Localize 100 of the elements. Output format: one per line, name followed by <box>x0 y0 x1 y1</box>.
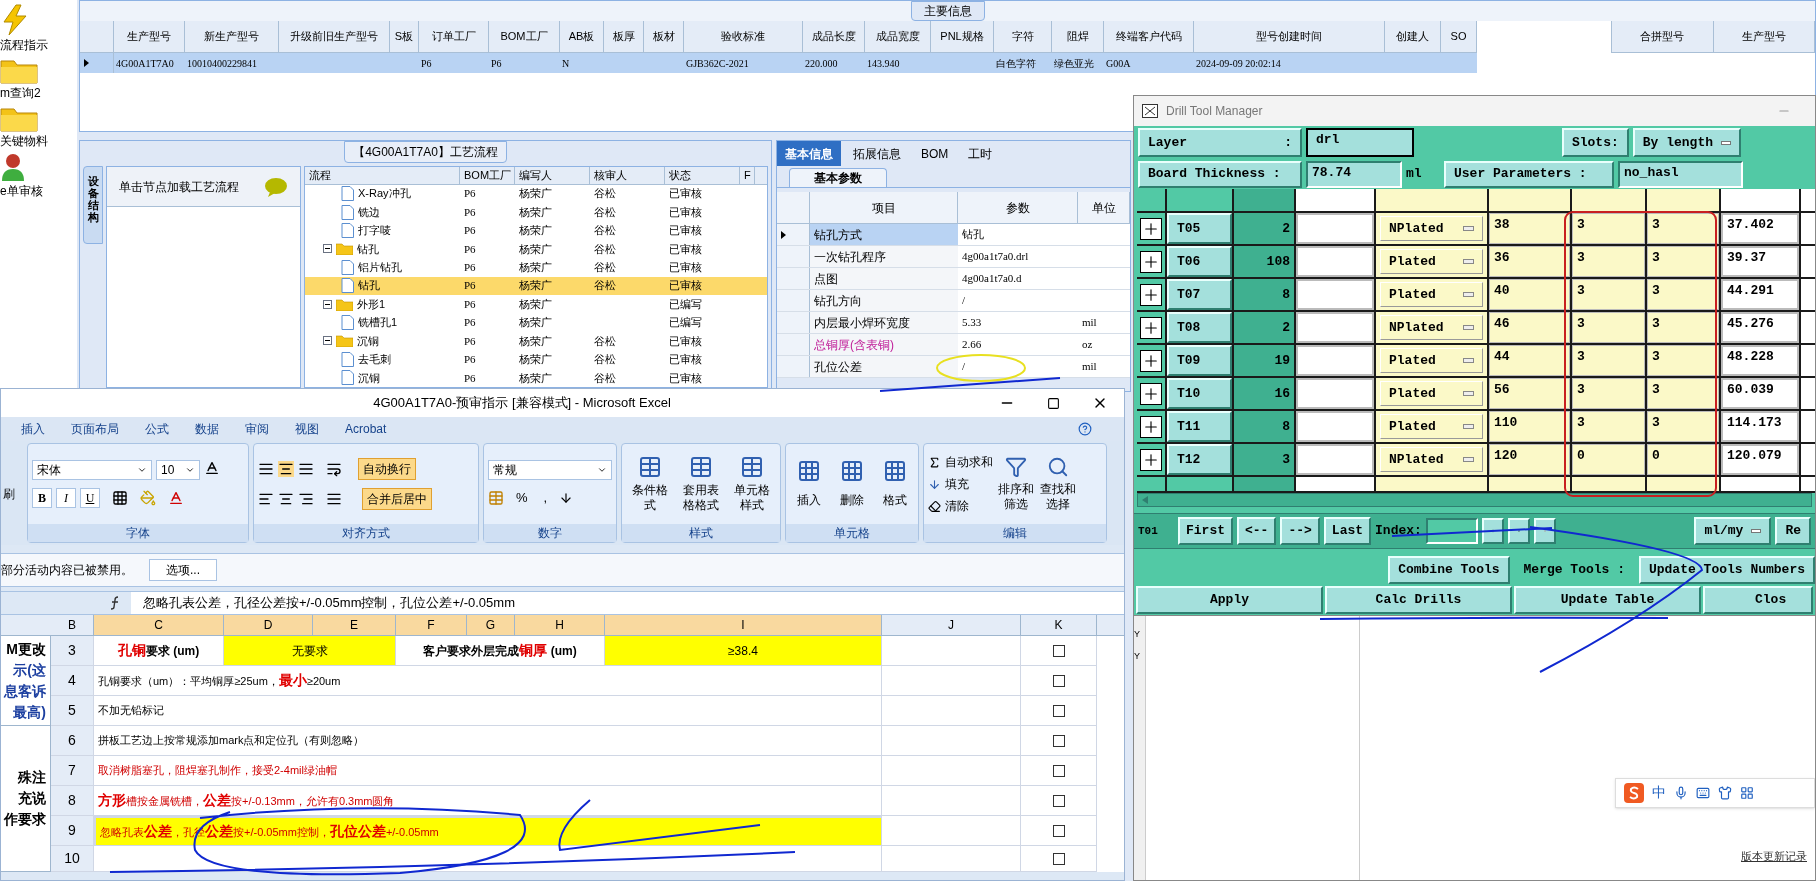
column-header[interactable]: 参数 <box>958 192 1078 223</box>
align-bottom-icon[interactable] <box>298 461 314 477</box>
table-row[interactable]: 孔位公差 / mil <box>777 356 1130 378</box>
tab[interactable]: 拓展信息 <box>845 141 909 166</box>
sidebar-item[interactable]: 关键物料 <box>0 132 48 150</box>
tree-row[interactable]: 沉铜 P6 杨荣广 谷松 已审核 <box>305 331 767 351</box>
column-header[interactable]: 流程 <box>305 167 460 184</box>
units-dropdown[interactable]: ml/my <box>1694 517 1772 545</box>
column-header[interactable]: 状态 <box>665 167 740 184</box>
column-header[interactable]: E <box>313 615 396 635</box>
number-format-button[interactable]: % <box>512 488 532 508</box>
grid-icon[interactable] <box>1740 785 1754 800</box>
toggle-button[interactable]: 合并后居中 <box>362 488 432 510</box>
navigation-button[interactable]: Last <box>1323 517 1372 545</box>
checkbox[interactable] <box>1052 764 1065 777</box>
checkbox[interactable] <box>1052 824 1065 837</box>
column-header[interactable]: SO <box>1441 21 1477 52</box>
column-header[interactable]: I <box>605 615 882 635</box>
value-field[interactable]: 3 <box>1647 279 1719 310</box>
column-header[interactable]: F <box>396 615 467 635</box>
table-row[interactable]: 一次钻孔程序 4g00a1t7a0.drl <box>777 246 1130 268</box>
column-header[interactable]: 创建人 <box>1385 21 1441 52</box>
ribbon-button[interactable]: 自动求和 <box>928 453 993 471</box>
text-field[interactable] <box>1296 444 1374 475</box>
checkbox[interactable] <box>1052 734 1065 747</box>
value-field[interactable]: 3 <box>1572 279 1645 310</box>
text-field[interactable] <box>1296 279 1374 310</box>
align-top-icon[interactable] <box>258 461 274 477</box>
value-field[interactable]: 3 <box>1572 312 1645 343</box>
tool-button[interactable]: T09 <box>1167 345 1232 376</box>
tool-button[interactable]: T06 <box>1167 246 1232 277</box>
align-right-icon[interactable] <box>298 491 314 507</box>
index-field[interactable] <box>1425 518 1478 544</box>
font-size-field[interactable]: 10 <box>156 460 200 480</box>
ribbon-button[interactable]: 单元格样式 <box>728 455 776 513</box>
text-field[interactable] <box>1296 213 1374 244</box>
value-field[interactable]: 3 <box>1572 378 1645 409</box>
column-header[interactable]: BOM工厂 <box>489 21 560 52</box>
cut-off-button[interactable]: Re <box>1775 517 1811 545</box>
navigation-button[interactable]: <-- <box>1237 517 1277 545</box>
type-dropdown[interactable]: Plated <box>1380 414 1483 439</box>
side-tab[interactable]: 设备结构 <box>83 166 103 244</box>
keyboard-icon[interactable] <box>1696 785 1710 800</box>
font-color-icon[interactable] <box>168 490 184 506</box>
value-field[interactable]: 3 <box>1647 246 1719 277</box>
value-field[interactable]: 46 <box>1489 312 1570 343</box>
tool-button[interactable]: T11 <box>1167 411 1232 442</box>
type-dropdown[interactable]: NPlated <box>1380 315 1483 340</box>
currency-icon[interactable] <box>488 490 504 506</box>
column-header[interactable]: 阻焊 <box>1052 21 1104 52</box>
value-field[interactable]: 3 <box>1647 345 1719 376</box>
column-header[interactable]: 字符 <box>994 21 1052 52</box>
ribbon-button[interactable]: 删除 <box>832 459 872 509</box>
border-icon[interactable] <box>112 490 128 506</box>
value-field[interactable]: 44 <box>1489 345 1570 376</box>
table-row[interactable]: 钻孔方式 钻孔 <box>777 224 1130 246</box>
collapse-icon[interactable] <box>323 299 332 309</box>
column-header[interactable]: 升级前旧生产型号 <box>279 21 390 52</box>
value-field[interactable]: 45.276 <box>1721 312 1799 343</box>
options-button[interactable]: 选项... <box>149 559 217 581</box>
column-header[interactable]: 新生产型号 <box>185 21 279 52</box>
help-icon[interactable] <box>1078 422 1092 436</box>
tool-button[interactable]: T12 <box>1167 444 1232 475</box>
column-header[interactable]: 板厚 <box>604 21 644 52</box>
text-field[interactable] <box>1296 411 1374 442</box>
ribbon-button[interactable]: 刷 <box>3 485 15 503</box>
thickness-field[interactable]: 78.74 <box>1306 160 1402 188</box>
value-field[interactable]: 120.079 <box>1721 444 1799 475</box>
ribbon-tab[interactable]: 插入 <box>21 420 45 438</box>
value-field[interactable]: 3 <box>1572 345 1645 376</box>
grow-font-icon[interactable] <box>204 460 220 476</box>
ribbon-button[interactable]: 填充 <box>928 475 993 493</box>
value-field[interactable]: 38 <box>1489 213 1570 244</box>
delete-icon[interactable] <box>1533 518 1556 544</box>
text-field[interactable] <box>1296 312 1374 343</box>
style-button[interactable]: I <box>56 488 76 508</box>
table-row[interactable]: 钻孔方向 / <box>777 290 1130 312</box>
tree-row[interactable]: 铣边 P6 杨荣广 谷松 已审核 <box>305 202 767 222</box>
action-button[interactable]: Apply <box>1136 586 1323 614</box>
value-field[interactable]: 3 <box>1572 246 1645 277</box>
navigation-button[interactable]: First <box>1178 517 1233 545</box>
column-header[interactable]: 核审人 <box>590 167 665 184</box>
value-field[interactable]: 3 <box>1647 378 1719 409</box>
slots-dropdown[interactable]: By length <box>1632 128 1741 157</box>
column-header[interactable]: 验收标准 <box>684 21 803 52</box>
edit-icon[interactable] <box>1507 518 1530 544</box>
checkbox[interactable] <box>1052 644 1065 657</box>
column-header[interactable]: 单位 <box>1078 192 1130 223</box>
user-parameters-field[interactable]: no_hasl <box>1618 160 1743 188</box>
tree-row[interactable]: 钻孔 P6 杨荣广 谷松 已审核 <box>305 239 767 259</box>
action-button[interactable]: Clos <box>1703 586 1813 614</box>
ribbon-button[interactable]: 插入 <box>790 459 829 509</box>
tree-row[interactable]: 铣槽孔1 P6 杨荣广 已编写 <box>305 313 767 332</box>
value-field[interactable]: 3 <box>1572 213 1645 244</box>
value-field[interactable]: 56 <box>1489 378 1570 409</box>
tree-row[interactable]: 外形1 P6 杨荣广 已编写 <box>305 294 767 314</box>
column-header[interactable]: 生产型号 <box>1713 21 1815 52</box>
value-field[interactable]: 114.173 <box>1721 411 1799 442</box>
orientation-icon[interactable] <box>326 461 342 477</box>
column-header[interactable]: 合拼型号 <box>1612 21 1714 52</box>
